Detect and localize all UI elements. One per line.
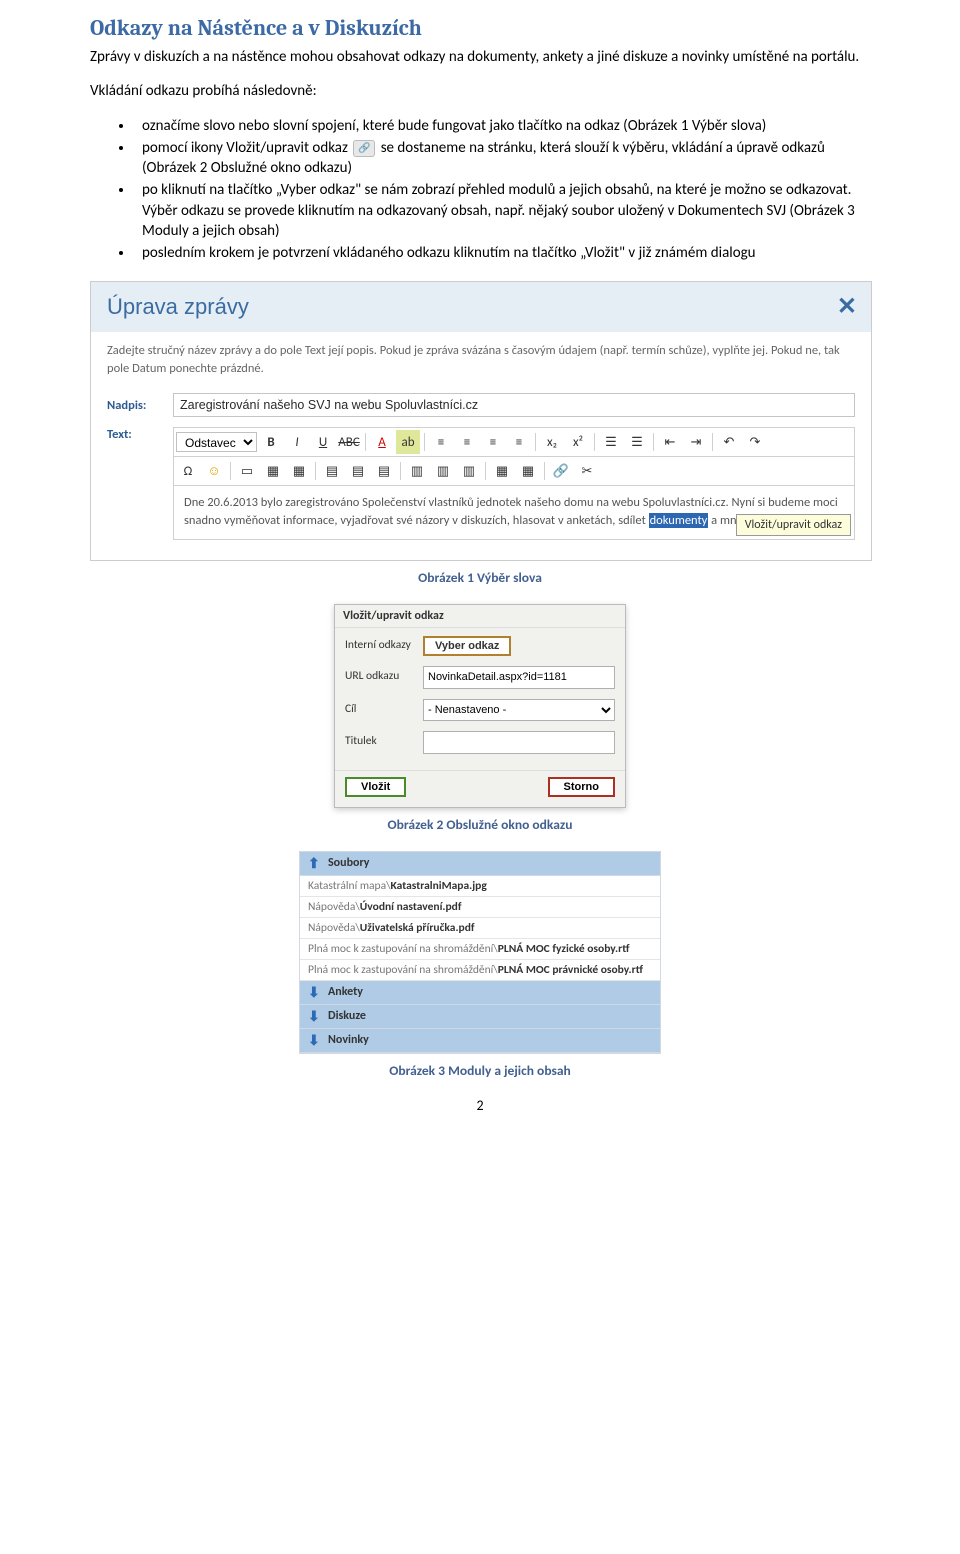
screenshot-module-list: ⬆ Soubory Katastrální mapa\KatastralniMa… — [299, 851, 661, 1054]
dialog-title: Úprava zprávy — [107, 294, 249, 319]
indent-icon[interactable]: ⇥ — [684, 430, 708, 454]
align-justify-icon[interactable]: ≡ — [507, 430, 531, 454]
dialog-description: Zadejte stručný název zprávy a do pole T… — [107, 342, 855, 377]
file-row[interactable]: Katastrální mapa\KatastralniMapa.jpg — [300, 876, 660, 897]
screenshot-link-dialog: Vložit/upravit odkaz Interní odkazy Vybe… — [334, 604, 626, 808]
label-text: Text: — [107, 427, 173, 442]
col-after-icon[interactable]: ▥ — [431, 459, 455, 483]
link-icon: 🔗 — [353, 140, 375, 157]
align-left-icon[interactable]: ≡ — [429, 430, 453, 454]
link-icon[interactable]: 🔗 — [549, 459, 573, 483]
arrow-up-icon: ⬆ — [308, 855, 322, 872]
table-icon[interactable]: ▦ — [261, 459, 285, 483]
page-number: 2 — [90, 1097, 870, 1114]
bullet-item: po kliknutí na tlačítko „Vyber odkaz" se… — [134, 180, 870, 241]
split-cells-icon[interactable]: ▦ — [516, 459, 540, 483]
module-header-ankety[interactable]: ⬇ Ankety — [300, 981, 660, 1005]
figure-caption-3: Obrázek 3 Moduly a jejich obsah — [90, 1062, 870, 1079]
row-delete-icon[interactable]: ▤ — [372, 459, 396, 483]
label-internal-links: Interní odkazy — [345, 639, 423, 653]
file-row[interactable]: Nápověda\Úvodní nastavení.pdf — [300, 897, 660, 918]
screenshot-edit-message: Úprava zprávy ✕ Zadejte stručný název zp… — [90, 281, 872, 560]
arrow-down-icon: ⬇ — [308, 1032, 322, 1049]
url-input[interactable] — [423, 666, 615, 689]
table-props-icon[interactable]: ▦ — [287, 459, 311, 483]
arrow-down-icon: ⬇ — [308, 984, 322, 1001]
undo-icon[interactable]: ↶ — [717, 430, 741, 454]
module-header-novinky[interactable]: ⬇ Novinky — [300, 1029, 660, 1053]
lead-paragraph: Vkládání odkazu probíhá následovně: — [90, 81, 870, 101]
instruction-list: označíme slovo nebo slovní spojení, kter… — [90, 116, 870, 264]
dialog2-title: Vložit/upravit odkaz — [335, 605, 625, 628]
text-color-icon[interactable]: A — [370, 430, 394, 454]
close-icon[interactable]: ✕ — [837, 292, 857, 321]
strike-icon[interactable]: ABC — [337, 430, 361, 454]
label-titulek: Titulek — [345, 735, 423, 749]
block-format-select[interactable]: Odstavec — [176, 432, 257, 452]
figure-caption-2: Obrázek 2 Obslužné okno odkazu — [90, 816, 870, 833]
select-link-button[interactable]: Vyber odkaz — [423, 636, 511, 656]
target-select[interactable]: - Nenastaveno - — [423, 699, 615, 721]
bullet-item: pomocí ikony Vložit/upravit odkaz 🔗 se d… — [134, 138, 870, 179]
subscript-icon[interactable]: x₂ — [540, 430, 564, 454]
file-row[interactable]: Plná moc k zastupování na shromáždění\PL… — [300, 960, 660, 981]
intro-paragraph: Zprávy v diskuzích a na nástěnce mohou o… — [90, 47, 870, 67]
bullet-item: posledním krokem je potvrzení vkládaného… — [134, 243, 870, 263]
italic-icon[interactable]: I — [285, 430, 309, 454]
redo-icon[interactable]: ↷ — [743, 430, 767, 454]
emoji-icon[interactable]: ☺ — [202, 459, 226, 483]
superscript-icon[interactable]: x² — [566, 430, 590, 454]
unlink-icon[interactable]: ✂ — [575, 459, 599, 483]
image-icon[interactable]: ▭ — [235, 459, 259, 483]
titulek-input[interactable] — [423, 731, 615, 754]
cancel-button[interactable]: Storno — [548, 777, 615, 797]
module-header-soubory[interactable]: ⬆ Soubory — [300, 852, 660, 876]
selected-text: dokumenty — [649, 513, 709, 528]
dialog-header: Úprava zprávy ✕ — [91, 282, 871, 332]
underline-icon[interactable]: U — [311, 430, 335, 454]
label-url: URL odkazu — [345, 670, 423, 684]
editor-toolbar-row2: Ω ☺ ▭ ▦ ▦ ▤ ▤ ▤ ▥ ▥ ▥ — [173, 457, 855, 486]
row-before-icon[interactable]: ▤ — [320, 459, 344, 483]
file-row[interactable]: Nápověda\Uživatelská příručka.pdf — [300, 918, 660, 939]
bold-icon[interactable]: B — [259, 430, 283, 454]
col-before-icon[interactable]: ▥ — [405, 459, 429, 483]
bg-color-icon[interactable]: ab — [396, 430, 420, 454]
row-after-icon[interactable]: ▤ — [346, 459, 370, 483]
figure-caption-1: Obrázek 1 Výběr slova — [90, 569, 870, 586]
align-right-icon[interactable]: ≡ — [481, 430, 505, 454]
merge-cells-icon[interactable]: ▦ — [490, 459, 514, 483]
outdent-icon[interactable]: ⇤ — [658, 430, 682, 454]
list-ol-icon[interactable]: ☰ — [625, 430, 649, 454]
section-heading: Odkazy na Nástěnce a v Diskuzích — [90, 15, 870, 41]
tooltip-link: Vložit/upravit odkaz — [736, 514, 851, 536]
editor-toolbar: Odstavec B I U ABC A ab ≡ ≡ ≡ ≡ — [173, 427, 855, 457]
file-row[interactable]: Plná moc k zastupování na shromáždění\PL… — [300, 939, 660, 960]
align-center-icon[interactable]: ≡ — [455, 430, 479, 454]
label-target: Cíl — [345, 703, 423, 717]
module-header-diskuze[interactable]: ⬇ Diskuze — [300, 1005, 660, 1029]
bullet-item: označíme slovo nebo slovní spojení, kter… — [134, 116, 870, 136]
col-delete-icon[interactable]: ▥ — [457, 459, 481, 483]
insert-button[interactable]: Vložit — [345, 777, 406, 797]
list-ul-icon[interactable]: ☰ — [599, 430, 623, 454]
label-nadpis: Nadpis: — [107, 398, 173, 413]
arrow-down-icon: ⬇ — [308, 1008, 322, 1025]
nadpis-input[interactable] — [173, 393, 855, 417]
omega-icon[interactable]: Ω — [176, 459, 200, 483]
